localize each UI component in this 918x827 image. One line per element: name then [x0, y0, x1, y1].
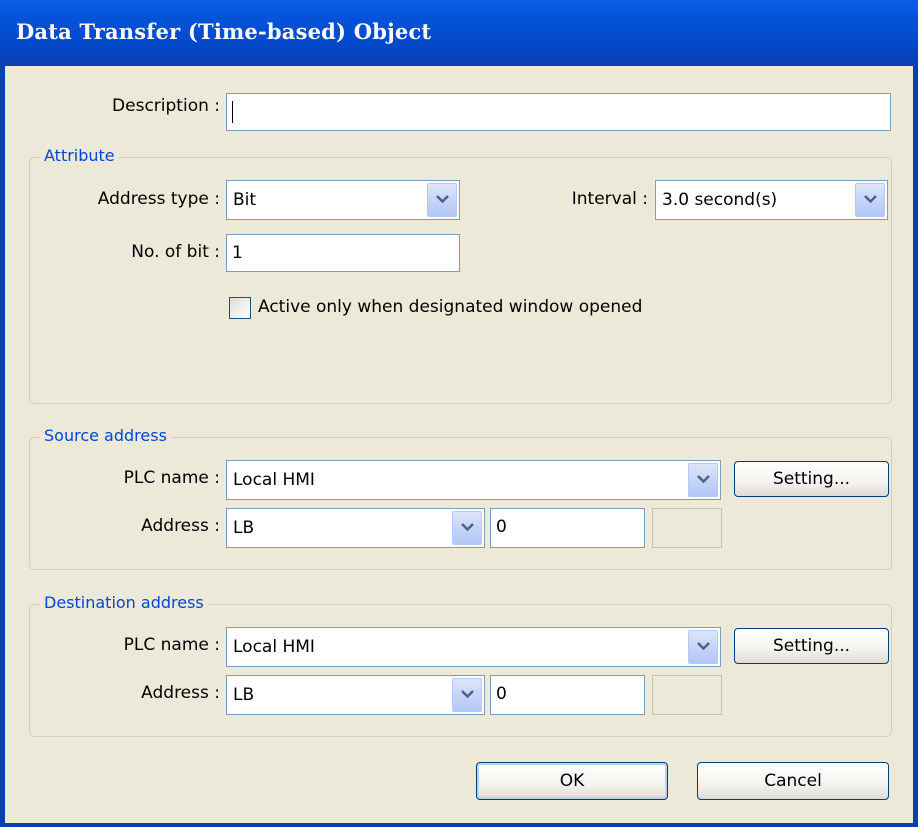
destination-address-extra-field — [652, 675, 722, 715]
destination-address-type-select[interactable]: LB — [226, 675, 485, 715]
interval-label: Interval : — [571, 189, 648, 209]
cancel-button[interactable]: Cancel — [697, 762, 889, 800]
no-of-bit-input[interactable]: 1 — [226, 234, 460, 272]
source-address-type-value: LB — [233, 518, 255, 538]
window-frame-left — [0, 66, 5, 827]
address-type-label: Address type : — [97, 189, 220, 209]
active-window-checkbox[interactable] — [229, 297, 251, 319]
active-window-label[interactable]: Active only when designated window opene… — [258, 297, 642, 317]
chevron-down-icon[interactable] — [452, 511, 482, 545]
source-address-input[interactable]: 0 — [490, 508, 645, 548]
source-plc-name-select[interactable]: Local HMI — [226, 460, 721, 500]
address-type-value: Bit — [233, 190, 257, 210]
chevron-down-icon[interactable] — [688, 630, 718, 664]
destination-plc-name-label: PLC name : — [123, 635, 220, 655]
address-type-select[interactable]: Bit — [226, 180, 460, 220]
destination-address-group — [29, 604, 892, 737]
chevron-down-icon[interactable] — [452, 678, 482, 712]
source-setting-button[interactable]: Setting... — [734, 461, 889, 497]
description-label: Description : — [112, 96, 220, 116]
text-cursor — [232, 101, 233, 123]
source-address-extra-field — [652, 508, 722, 548]
source-address-group — [29, 437, 892, 570]
source-plc-name-label: PLC name : — [123, 468, 220, 488]
destination-address-label: Address : — [141, 683, 220, 703]
window-frame-bottom — [0, 823, 918, 827]
destination-setting-button[interactable]: Setting... — [734, 628, 889, 664]
title-bar[interactable]: Data Transfer (Time-based) Object — [0, 0, 918, 66]
window-title: Data Transfer (Time-based) Object — [16, 19, 432, 44]
chevron-down-icon[interactable] — [688, 463, 718, 497]
destination-address-type-value: LB — [233, 685, 255, 705]
source-address-label: Address : — [141, 516, 220, 536]
destination-address-title: Destination address — [40, 593, 208, 612]
interval-value: 3.0 second(s) — [662, 190, 778, 210]
ok-button[interactable]: OK — [476, 762, 668, 800]
dialog-window: Data Transfer (Time-based) Object Descri… — [0, 0, 918, 827]
chevron-down-icon[interactable] — [427, 183, 457, 217]
interval-select[interactable]: 3.0 second(s) — [655, 180, 888, 220]
source-address-title: Source address — [40, 426, 171, 445]
description-input[interactable] — [226, 93, 891, 131]
destination-plc-name-value: Local HMI — [233, 637, 315, 657]
source-plc-name-value: Local HMI — [233, 470, 315, 490]
attribute-group-title: Attribute — [40, 146, 119, 165]
source-address-type-select[interactable]: LB — [226, 508, 485, 548]
destination-plc-name-select[interactable]: Local HMI — [226, 627, 721, 667]
window-frame-right — [913, 66, 918, 827]
chevron-down-icon[interactable] — [855, 183, 885, 217]
destination-address-input[interactable]: 0 — [490, 675, 645, 715]
no-of-bit-label: No. of bit : — [131, 242, 220, 262]
